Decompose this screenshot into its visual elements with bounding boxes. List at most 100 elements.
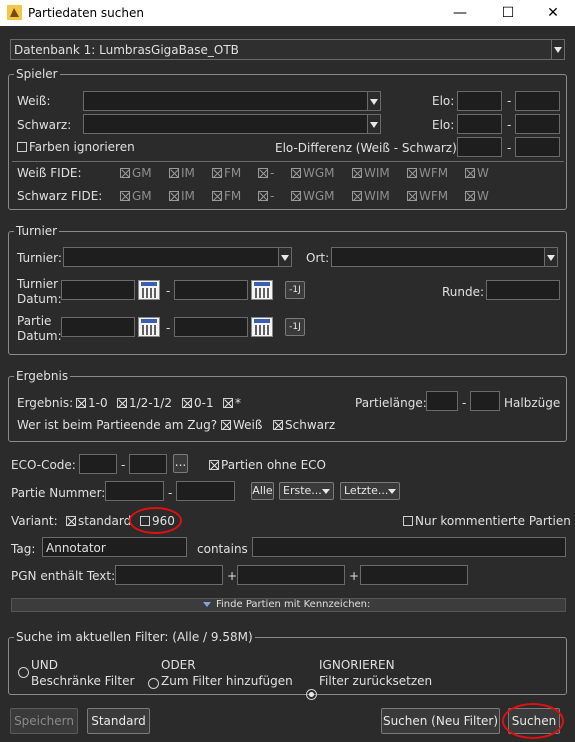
- elo-black-min[interactable]: [457, 114, 502, 134]
- weiss-input[interactable]: [83, 91, 368, 111]
- weiss-wfm-checkbox[interactable]: WFM: [407, 166, 448, 180]
- schwarz-gm-checkbox[interactable]: GM: [120, 189, 152, 203]
- kennzeichen-expander[interactable]: Finde Partien mit Kennzeichen:: [11, 598, 566, 612]
- runde-input[interactable]: [486, 280, 560, 300]
- elo-white-min[interactable]: [457, 91, 502, 111]
- schwarz-none-checkbox[interactable]: -: [258, 189, 274, 203]
- partie-datum-label: Partie Datum:: [17, 314, 62, 343]
- filter-title: Suche im aktuellen Filter: (Alle / 9.58M…: [14, 630, 255, 644]
- schwarz-label: Schwarz:: [17, 118, 72, 132]
- weiss-label: Weiß:: [17, 94, 51, 108]
- window-title: Partiedaten suchen: [28, 6, 144, 20]
- pgn-text-3[interactable]: [360, 565, 468, 585]
- dash: -: [507, 118, 512, 132]
- elo-black-max[interactable]: [515, 114, 560, 134]
- calendar-icon[interactable]: [138, 280, 160, 300]
- partie-minus1j-button[interactable]: -1J: [285, 318, 305, 336]
- eco-ohne-checkbox[interactable]: Partien ohne ECO: [209, 458, 326, 472]
- weiss-none-checkbox[interactable]: -: [258, 166, 274, 180]
- variant-label: Variant:: [11, 514, 58, 528]
- elo-diff-max[interactable]: [515, 137, 560, 157]
- weiss-gm-checkbox[interactable]: GM: [120, 166, 152, 180]
- ignorieren-radio[interactable]: [306, 689, 317, 700]
- pgn-text-2[interactable]: [237, 565, 345, 585]
- chevron-down-icon: [322, 489, 330, 494]
- schwarz-wfm-checkbox[interactable]: WFM: [407, 189, 448, 203]
- turnier-dropdown-arrow[interactable]: [279, 247, 292, 267]
- partielaenge-max[interactable]: [470, 391, 500, 411]
- minimize-button[interactable]: —: [437, 0, 483, 26]
- partielaenge-min[interactable]: [426, 391, 458, 411]
- eco-from[interactable]: [79, 454, 117, 474]
- nummer-from[interactable]: [105, 481, 164, 501]
- pgn-text-1[interactable]: [115, 565, 223, 585]
- calendar-icon[interactable]: [138, 317, 160, 337]
- schwarz-wgm-checkbox[interactable]: WGM: [291, 189, 335, 203]
- letzte-button[interactable]: Letzte...: [340, 482, 400, 500]
- variant-standard-checkbox[interactable]: standard: [66, 514, 131, 528]
- zug-weiss-checkbox[interactable]: Weiß: [221, 418, 262, 432]
- zug-schwarz-checkbox[interactable]: Schwarz: [273, 418, 335, 432]
- weiss-w-checkbox[interactable]: W: [465, 166, 489, 180]
- schwarz-w-checkbox[interactable]: W: [465, 189, 489, 203]
- elo-white-max[interactable]: [515, 91, 560, 111]
- ergebnis-star-checkbox[interactable]: *: [223, 396, 241, 410]
- farben-checkbox[interactable]: Farben ignorieren: [17, 140, 135, 154]
- calendar-icon[interactable]: [251, 317, 273, 337]
- checkbox-icon: [17, 142, 27, 152]
- partie-datum-from[interactable]: [61, 317, 135, 337]
- nummer-to[interactable]: [176, 481, 235, 501]
- weiss-wgm-checkbox[interactable]: WGM: [291, 166, 335, 180]
- tag-input[interactable]: Annotator: [42, 537, 187, 557]
- turnier-datum-to[interactable]: [174, 280, 248, 300]
- maximize-button[interactable]: ☐: [485, 0, 531, 26]
- weiss-dropdown-arrow[interactable]: [368, 91, 381, 111]
- ergebnis-1-0-checkbox[interactable]: 1-0: [76, 396, 108, 410]
- standard-button[interactable]: Standard: [87, 708, 150, 734]
- calendar-icon[interactable]: [251, 280, 273, 300]
- suchen-neu-filter-button[interactable]: Suchen (Neu Filter): [381, 708, 500, 734]
- turnier-datum-from[interactable]: [61, 280, 135, 300]
- eco-to[interactable]: [129, 454, 167, 474]
- expand-arrow-icon: [203, 602, 211, 607]
- speichern-button[interactable]: Speichern: [10, 708, 78, 734]
- zug-label: Wer ist beim Partieende am Zug?: [17, 418, 218, 432]
- alle-button[interactable]: Alle: [251, 482, 274, 500]
- turnier-label: Turnier:: [17, 251, 62, 265]
- partie-datum-to[interactable]: [174, 317, 248, 337]
- weiss-im-checkbox[interactable]: IM: [169, 166, 195, 180]
- schwarz-dropdown-arrow[interactable]: [368, 114, 381, 134]
- tag-label: Tag:: [11, 542, 36, 556]
- kommentiert-checkbox[interactable]: Nur kommentierte Partien: [403, 514, 571, 528]
- close-button[interactable]: ✕: [530, 0, 575, 26]
- ergebnis-remis-checkbox[interactable]: 1/2-1/2: [117, 396, 172, 410]
- database-select[interactable]: Datenbank 1: LumbrasGigaBase_OTB: [10, 39, 552, 60]
- ergebnis-0-1-checkbox[interactable]: 0-1: [182, 396, 214, 410]
- und-radio[interactable]: [18, 667, 29, 678]
- ort-dropdown-arrow[interactable]: [545, 247, 558, 267]
- ort-label: Ort:: [306, 251, 330, 265]
- turnier-input[interactable]: [63, 247, 279, 267]
- ort-input[interactable]: [331, 247, 545, 267]
- oder-radio[interactable]: [148, 678, 159, 689]
- dash: -: [166, 321, 171, 335]
- turnier-minus1j-button[interactable]: -1J: [285, 281, 305, 299]
- schwarz-fm-checkbox[interactable]: FM: [212, 189, 241, 203]
- schwarz-wim-checkbox[interactable]: WIM: [352, 189, 390, 203]
- weiss-wim-checkbox[interactable]: WIM: [352, 166, 390, 180]
- erste-button[interactable]: Erste...: [279, 482, 334, 500]
- eco-browse-button[interactable]: ...: [173, 454, 188, 473]
- weiss-fm-checkbox[interactable]: FM: [212, 166, 241, 180]
- schwarz-input[interactable]: [83, 114, 368, 134]
- elo-diff-min[interactable]: [457, 137, 502, 157]
- pgn-text-label: PGN enthält Text:: [11, 569, 116, 583]
- contains-input[interactable]: [252, 537, 566, 557]
- plus: +: [349, 569, 360, 583]
- ignorieren-label: IGNORIEREN Filter zurücksetzen: [319, 658, 433, 688]
- elo-label-white: Elo:: [432, 94, 455, 108]
- database-dropdown-arrow[interactable]: [552, 39, 565, 60]
- schwarz-im-checkbox[interactable]: IM: [169, 189, 195, 203]
- dash: -: [168, 486, 173, 500]
- turnier-title: Turnier: [14, 224, 60, 238]
- dash: -: [166, 284, 171, 298]
